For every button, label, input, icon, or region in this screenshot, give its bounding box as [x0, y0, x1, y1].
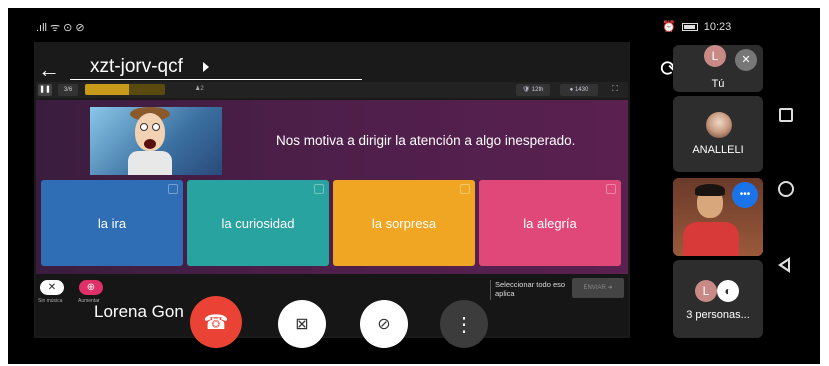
home-icon[interactable]: [778, 181, 794, 197]
rank-value: 12th: [531, 87, 544, 93]
clock: 10:23: [703, 20, 732, 33]
participant-name: Tú: [711, 78, 725, 90]
mic-toggle-button[interactable]: ⊘: [360, 300, 408, 348]
avatar: L: [704, 45, 726, 67]
back-arrow-icon[interactable]: ←: [38, 57, 60, 83]
pause-icon[interactable]: ❚❚: [38, 84, 52, 96]
recents-icon[interactable]: [779, 108, 793, 122]
phone-hangup-icon: ☎: [203, 311, 229, 334]
score-badge: ● 1430: [560, 84, 598, 96]
players-stat: ♟2: [195, 86, 204, 92]
checkbox[interactable]: [168, 184, 178, 194]
character-eye: [152, 123, 160, 131]
answer-option-3[interactable]: la sorpresa: [333, 180, 475, 266]
more-vert-icon: ⋮: [454, 313, 474, 336]
status-bar-right: ⏰ 10:23: [662, 20, 732, 34]
fullscreen-icon[interactable]: ⛶: [608, 84, 622, 96]
answer-option-2[interactable]: la curiosidad: [187, 180, 329, 266]
question-text: Nos motiva a dirigir la atención a algo …: [276, 133, 576, 148]
rank-badge: 🛡 12th: [516, 84, 550, 96]
video-person-shirt: [683, 222, 739, 256]
send-button[interactable]: ENVIAR ➜: [572, 278, 624, 298]
end-call-button[interactable]: ☎: [190, 296, 242, 348]
avatar: [706, 112, 732, 138]
question-counter: 3/6: [58, 84, 78, 96]
zoom-icon[interactable]: ⊕: [79, 280, 103, 295]
select-all-hint: Seleccionar todo eso aplica: [495, 280, 566, 298]
divider: [490, 280, 491, 300]
meeting-code[interactable]: xzt-jorv-qcf: [90, 56, 183, 78]
participant-name: ANALLELI: [692, 144, 744, 156]
mic-off-icon: ✕: [735, 49, 757, 71]
checkbox[interactable]: [460, 184, 470, 194]
checkbox[interactable]: [606, 184, 616, 194]
question-image: [90, 107, 222, 175]
more-options-button[interactable]: ⋮: [440, 300, 488, 348]
music-off-icon[interactable]: ✕: [40, 280, 64, 295]
presenter-name: Lorena Gon: [94, 302, 184, 321]
participant-tile-overflow[interactable]: L ◐ 3 personas...: [673, 260, 763, 338]
mic-off-icon: ⊘: [377, 316, 391, 333]
title-divider: [70, 79, 362, 80]
avatar: L: [695, 280, 717, 302]
participant-tile-self[interactable]: L ✕ Tú: [673, 45, 763, 92]
answer-option-1[interactable]: la ira: [41, 180, 183, 266]
character-eye: [140, 123, 148, 131]
tool-label: Sin música: [38, 298, 63, 304]
camera-toggle-button[interactable]: ⊠: [278, 300, 326, 348]
alarm-icon: ⏰: [662, 21, 676, 33]
battery-icon: [681, 22, 698, 31]
status-bar-left: .ıll ᯤ ⊙ ⊘: [36, 22, 85, 34]
progress-fill: [85, 84, 129, 95]
checkbox[interactable]: [314, 184, 324, 194]
progress-bar: [85, 84, 165, 95]
chevron-right-icon[interactable]: [203, 62, 209, 72]
character-body: [128, 151, 172, 175]
camera-off-icon: ⊠: [295, 316, 309, 333]
participant-count: 3 personas...: [686, 309, 750, 321]
back-icon-inner: [782, 261, 788, 269]
score-value: 1430: [574, 87, 589, 93]
answer-option-4[interactable]: la alegría: [479, 180, 621, 266]
speaking-indicator-icon: •••: [732, 182, 758, 208]
video-person-hair: [695, 184, 725, 196]
character-mouth: [144, 139, 156, 149]
avatar: ◐: [717, 280, 739, 302]
